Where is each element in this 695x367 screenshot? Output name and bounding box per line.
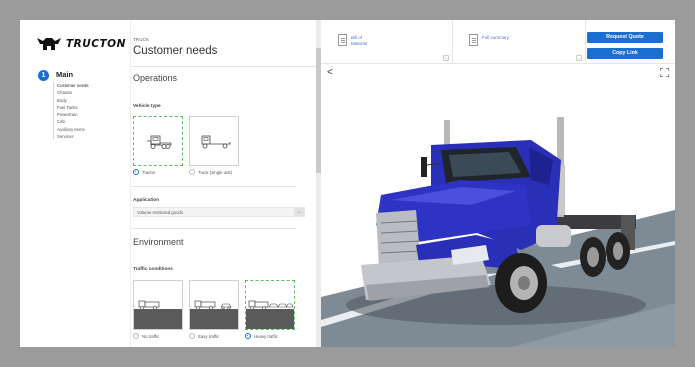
road-graphic (134, 309, 182, 329)
sidebar-item-powertrain[interactable]: Powertrain (57, 111, 89, 118)
document-icon (338, 34, 347, 46)
chevron-down-icon: ⌄ (294, 208, 304, 216)
config-panel: TRUCK Customer needs Operations Vehicle … (130, 20, 316, 347)
vehicle-type-truck-card[interactable] (189, 116, 239, 166)
application-select[interactable]: Volume restricted goods ⌄ (133, 207, 305, 217)
no-traffic-label: No traffic (142, 334, 160, 339)
tractor-radio[interactable] (133, 169, 139, 175)
truck-3d-viewer[interactable]: < (321, 65, 675, 347)
truck-radio[interactable] (189, 169, 195, 175)
easy-traffic-label: Easy traffic (198, 334, 220, 339)
heavy-traffic-radio[interactable] (245, 333, 251, 339)
divider (131, 66, 316, 67)
application-value: Volume restricted goods (137, 210, 184, 215)
truck-label: Truck (single unit) (198, 170, 232, 175)
heavy-traffic-label: Heavy traffic (254, 334, 278, 339)
traffic-heavy-card[interactable] (245, 280, 295, 330)
step-title[interactable]: Main (56, 70, 73, 79)
vehicle-type-label: Vehicle type (133, 104, 161, 109)
sidebar-item-body[interactable]: Body (57, 97, 89, 104)
sidebar-subnav: Customer needs Chassis Body Fuel Tanks P… (53, 82, 89, 141)
tractor-icon (147, 135, 172, 149)
divider (131, 186, 296, 187)
tractor-label: Tractor (142, 170, 156, 175)
truck-icon (201, 135, 231, 149)
page-title: Customer needs (133, 45, 218, 57)
traffic-conditions-label: Traffic conditions (133, 267, 173, 272)
sidebar-item-fuel-tanks[interactable]: Fuel Tanks (57, 104, 89, 111)
fullscreen-icon[interactable] (660, 68, 669, 77)
no-traffic-radio[interactable] (133, 333, 139, 339)
sidebar-item-services[interactable]: Services (57, 133, 89, 140)
easy-traffic-radio[interactable] (189, 333, 195, 339)
bull-logo-icon (37, 38, 61, 50)
sidebar-item-auxiliary-items[interactable]: Auxiliary items (57, 126, 89, 133)
road-graphic (246, 309, 294, 329)
vehicle-type-tractor-card[interactable] (133, 116, 183, 166)
document-icon (469, 34, 478, 46)
sidebar-item-chassis[interactable]: Chassis (57, 89, 89, 96)
tab-bill-of-material[interactable]: Bill of Material ⌄ (329, 20, 453, 64)
step-number-badge: 1 (38, 70, 49, 81)
sidebar-item-customer-needs[interactable]: Customer needs (57, 82, 89, 89)
truck-render (321, 117, 675, 347)
traffic-none-card[interactable] (133, 280, 183, 330)
share-icon[interactable]: < (327, 67, 333, 78)
traffic-easy-card[interactable] (189, 280, 239, 330)
tab-full-summary[interactable]: Full summary ⌄ (460, 20, 586, 64)
application-label: Application (133, 198, 160, 203)
brand-name: TRUCTON (66, 38, 126, 50)
brand-logo[interactable]: TRUCTON (36, 36, 126, 52)
operations-heading: Operations (133, 73, 178, 83)
road-graphic (190, 309, 238, 329)
sidebar-item-cab[interactable]: Cab (57, 118, 89, 125)
app-frame: TRUCTON 1 Main Customer needs Chassis Bo… (20, 20, 675, 347)
chevron-down-icon[interactable]: ⌄ (576, 55, 582, 61)
sidebar: TRUCTON 1 Main Customer needs Chassis Bo… (20, 20, 130, 347)
tab-label: Full summary (482, 35, 510, 40)
page-kicker: TRUCK (133, 37, 150, 42)
chevron-down-icon[interactable]: ⌄ (443, 55, 449, 61)
copy-link-button[interactable]: Copy Link (587, 48, 663, 59)
divider (131, 228, 296, 229)
request-quote-button[interactable]: Request Quote (587, 32, 663, 43)
environment-heading: Environment (133, 237, 184, 247)
tab-label: Bill of Material (351, 35, 368, 46)
